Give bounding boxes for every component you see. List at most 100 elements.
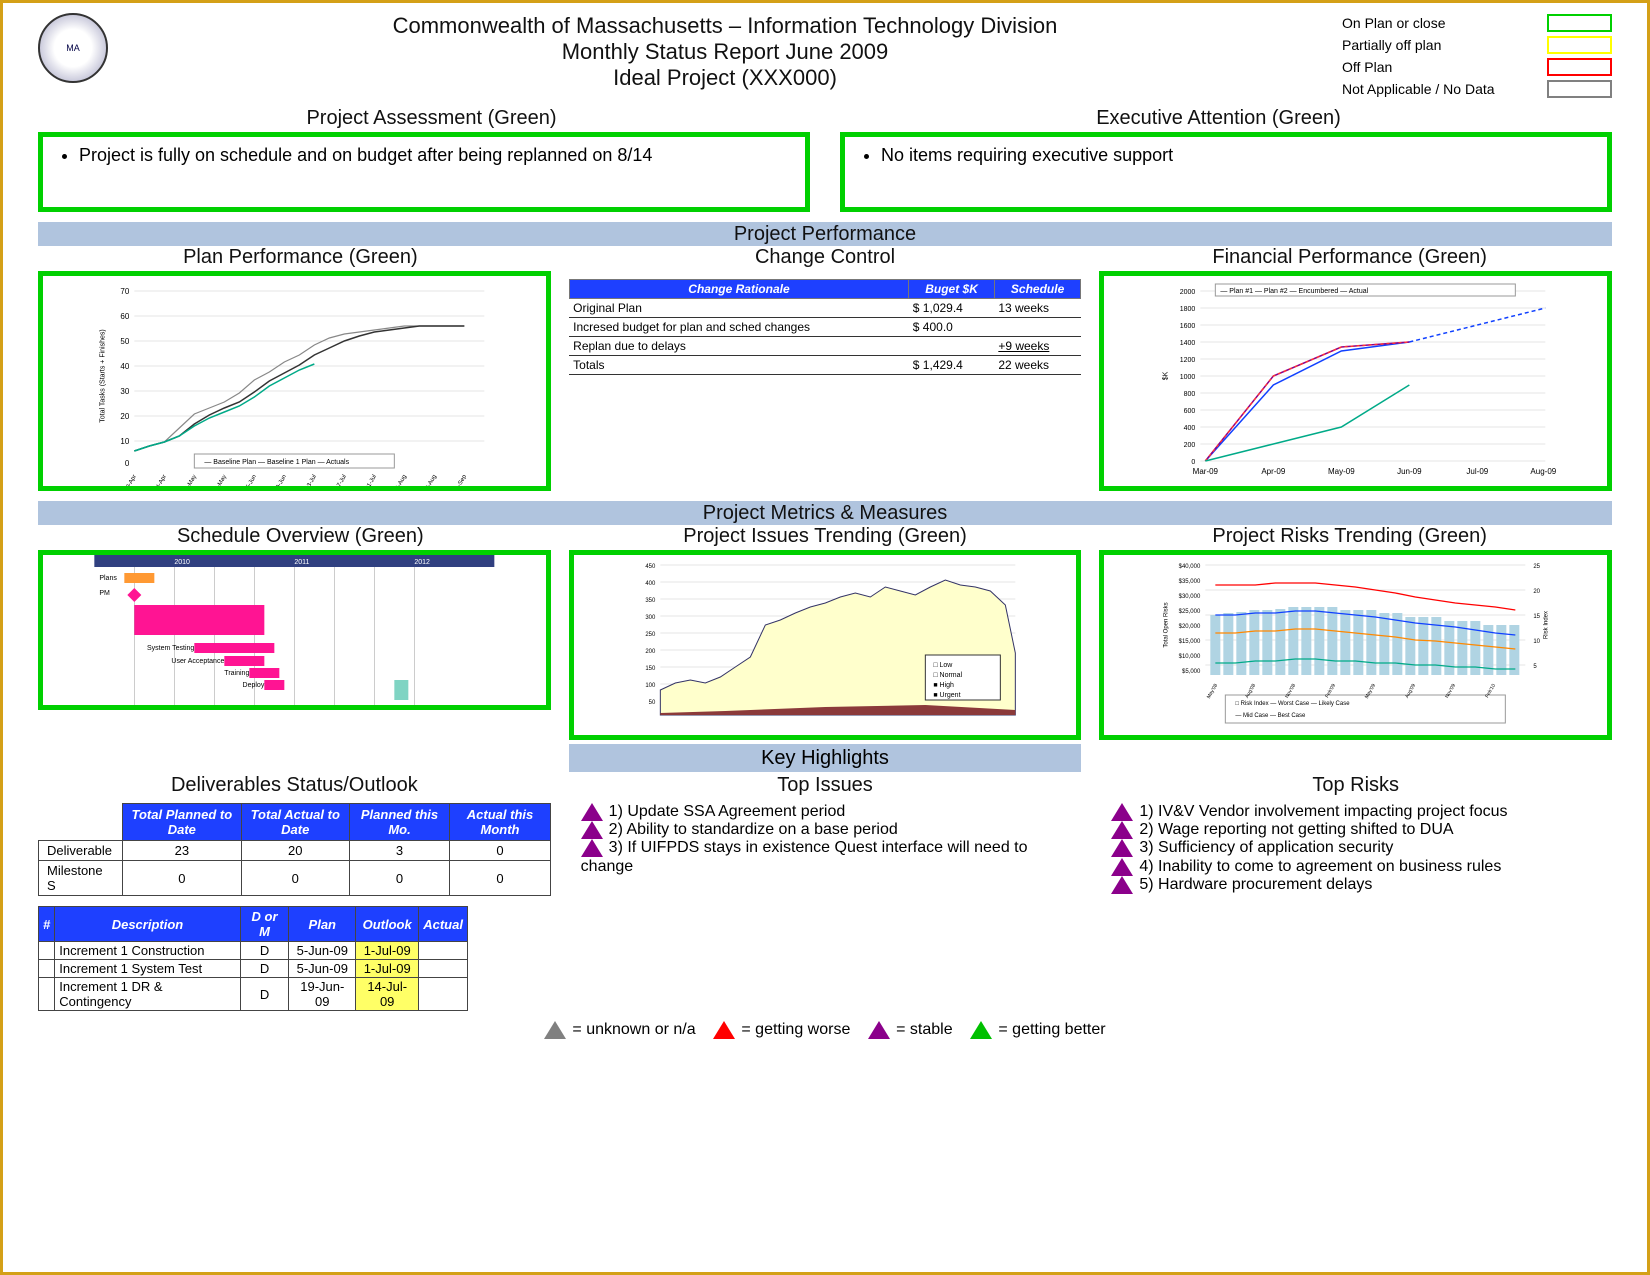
better-icon xyxy=(970,1021,992,1039)
svg-text:100: 100 xyxy=(645,683,656,689)
status-legend: On Plan or close Partially off plan Off … xyxy=(1342,13,1612,101)
stable-icon xyxy=(868,1021,890,1039)
svg-text:20: 20 xyxy=(120,412,129,421)
svg-text:$10,000: $10,000 xyxy=(1179,654,1201,660)
svg-text:Deploy: Deploy xyxy=(243,682,265,689)
legend-na: Not Applicable / No Data xyxy=(1342,81,1495,97)
stable-icon xyxy=(581,839,603,857)
svg-text:□ Normal: □ Normal xyxy=(933,672,962,679)
assessment-bullet: Project is fully on schedule and on budg… xyxy=(79,145,789,166)
org-line: Commonwealth of Massachusetts – Informat… xyxy=(108,13,1342,39)
risks-title: Project Risks Trending (Green) xyxy=(1087,525,1612,548)
svg-text:Jul-09: Jul-09 xyxy=(1467,467,1489,476)
svg-text:150: 150 xyxy=(645,666,656,672)
svg-text:22-May: 22-May xyxy=(213,474,228,486)
svg-text:Plans: Plans xyxy=(99,575,117,582)
svg-text:User Acceptance: User Acceptance xyxy=(171,658,224,665)
svg-text:Total Open Risks: Total Open Risks xyxy=(1164,602,1170,647)
svg-text:Aug-09: Aug-09 xyxy=(1531,467,1557,476)
svg-text:$30,000: $30,000 xyxy=(1179,594,1201,600)
report-header: Commonwealth of Massachusetts – Informat… xyxy=(108,13,1342,91)
svg-text:— Baseline Plan — Baseline 1: — Baseline Plan — Baseline 1 Plan — Actu… xyxy=(204,459,349,466)
svg-text:800: 800 xyxy=(1184,391,1196,398)
legend-on-plan: On Plan or close xyxy=(1342,15,1446,31)
svg-text:200: 200 xyxy=(645,649,656,655)
outlook-table: #DescriptionD or MPlanOutlookActual Incr… xyxy=(38,906,468,1011)
top-issues-block: Top Issues 1) Update SSA Agreement perio… xyxy=(569,774,1082,1011)
risks-trending-chart: $40,000$35,000$30,000$25,000$20,000$15,0… xyxy=(1099,550,1612,740)
svg-text:5: 5 xyxy=(1534,664,1538,670)
svg-text:0: 0 xyxy=(125,459,130,468)
svg-text:50: 50 xyxy=(648,700,655,706)
svg-text:24-Apr: 24-Apr xyxy=(154,474,168,486)
svg-text:10: 10 xyxy=(120,437,129,446)
svg-text:PM: PM xyxy=(99,590,110,597)
svg-text:$5,000: $5,000 xyxy=(1182,669,1201,675)
svg-text:$40,000: $40,000 xyxy=(1179,564,1201,570)
svg-text:$35,000: $35,000 xyxy=(1179,579,1201,585)
svg-text:11-Sep: 11-Sep xyxy=(453,473,468,486)
svg-text:250: 250 xyxy=(645,632,656,638)
svg-text:Apr-09: Apr-09 xyxy=(1262,467,1287,476)
svg-text:17-Jul: 17-Jul xyxy=(335,474,348,486)
svg-text:1400: 1400 xyxy=(1180,340,1196,347)
svg-text:Training: Training xyxy=(224,670,249,677)
svg-text:■ High: ■ High xyxy=(933,682,954,689)
svg-text:400: 400 xyxy=(645,581,656,587)
stable-icon xyxy=(1111,839,1133,857)
report-line: Monthly Status Report June 2009 xyxy=(108,39,1342,65)
deliverables-table: Total Planned to DateTotal Actual to Dat… xyxy=(38,803,551,896)
svg-text:450: 450 xyxy=(645,564,656,570)
svg-text:8-May: 8-May xyxy=(185,474,199,486)
svg-text:60: 60 xyxy=(120,312,129,321)
svg-text:2010: 2010 xyxy=(174,559,190,566)
svg-text:$25,000: $25,000 xyxy=(1179,609,1201,615)
svg-text:2000: 2000 xyxy=(1180,289,1196,296)
svg-text:May-09: May-09 xyxy=(1328,467,1355,476)
trend-legend: = unknown or n/a = getting worse = stabl… xyxy=(38,1021,1612,1039)
top-risks-title: Top Risks xyxy=(1099,774,1612,797)
legend-off: Off Plan xyxy=(1342,59,1392,75)
exec-bullet: No items requiring executive support xyxy=(881,145,1591,166)
project-metrics-band: Project Metrics & Measures xyxy=(38,501,1612,525)
svg-text:May'08: May'08 xyxy=(1206,683,1219,700)
svg-text:2012: 2012 xyxy=(414,559,430,566)
svg-text:14-Aug: 14-Aug xyxy=(393,474,408,486)
svg-text:31-Jul: 31-Jul xyxy=(365,474,378,486)
legend-partial: Partially off plan xyxy=(1342,37,1441,53)
plan-performance-chart: 706050403020100 Total Tasks (Starts + Fi… xyxy=(38,271,551,491)
svg-text:$20,000: $20,000 xyxy=(1179,624,1201,630)
svg-text:30: 30 xyxy=(120,387,129,396)
issues-trending-chart: 45040035030025020015010050 □ Low□ Normal… xyxy=(569,550,1082,740)
financial-performance-chart: 2000180016001400120010008006004002000 $K… xyxy=(1099,271,1612,491)
svg-text:Total Tasks (Starts + Finishes: Total Tasks (Starts + Finishes) xyxy=(99,329,106,422)
sched-over-title: Schedule Overview (Green) xyxy=(38,525,563,548)
project-line: Ideal Project (XXX000) xyxy=(108,65,1342,91)
svg-text:0: 0 xyxy=(1192,459,1196,466)
stable-icon xyxy=(581,821,603,839)
key-highlights-band: Key Highlights xyxy=(569,744,1082,772)
stable-icon xyxy=(1111,876,1133,894)
svg-text:10-Apr: 10-Apr xyxy=(124,474,138,486)
fin-perf-title: Financial Performance (Green) xyxy=(1087,246,1612,269)
svg-text:350: 350 xyxy=(645,598,656,604)
svg-text:50: 50 xyxy=(120,337,129,346)
exec-title: Executive Attention (Green) xyxy=(825,107,1612,130)
svg-text:3-Jul: 3-Jul xyxy=(306,474,318,486)
change-control-table: Change RationaleBuget $KSchedule Origina… xyxy=(569,279,1082,375)
svg-text:1800: 1800 xyxy=(1180,306,1196,313)
issues-title: Project Issues Trending (Green) xyxy=(563,525,1088,548)
exec-box: No items requiring executive support xyxy=(840,132,1612,212)
stable-icon xyxy=(1111,858,1133,876)
stable-icon xyxy=(581,803,603,821)
svg-text:System Testing: System Testing xyxy=(147,645,194,652)
svg-text:19-Jun: 19-Jun xyxy=(274,474,288,486)
svg-text:□ Risk Index — Worst Case: □ Risk Index — Worst Case — Likely Case xyxy=(1236,701,1351,707)
schedule-overview-gantt: 201020112012 Plans PM System Testing Use… xyxy=(38,550,551,710)
svg-text:■ Urgent: ■ Urgent xyxy=(933,692,960,699)
svg-text:600: 600 xyxy=(1184,408,1196,415)
svg-text:□ Low: □ Low xyxy=(933,662,953,669)
deliv-title: Deliverables Status/Outlook xyxy=(38,774,551,797)
svg-text:Risk Index: Risk Index xyxy=(1544,611,1550,639)
svg-text:70: 70 xyxy=(120,287,129,296)
